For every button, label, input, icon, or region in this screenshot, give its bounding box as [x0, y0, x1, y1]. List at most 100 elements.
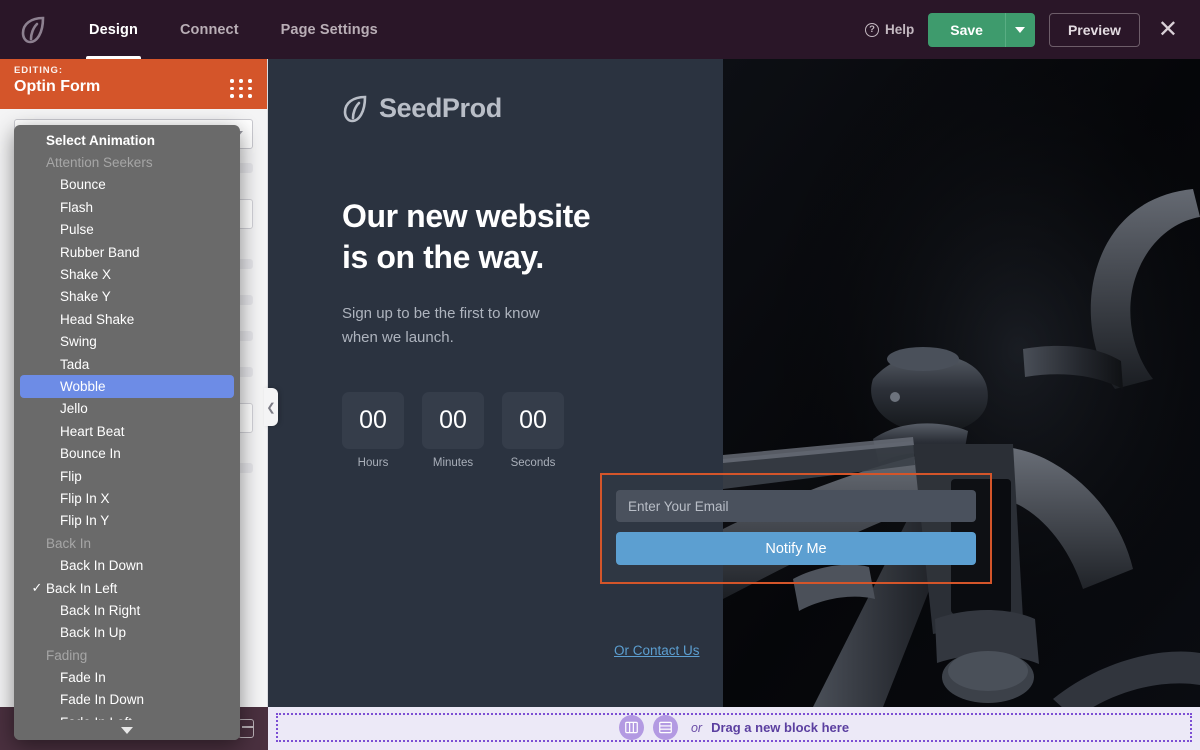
- dropdown-option[interactable]: Fade In Down: [14, 689, 240, 711]
- dropdown-option[interactable]: Flip In X: [14, 487, 240, 509]
- dropzone-label: Drag a new block here: [711, 720, 850, 735]
- email-field[interactable]: [616, 490, 976, 522]
- dropdown-option[interactable]: Head Shake: [14, 308, 240, 330]
- dropdown-option-label: Back In Left: [46, 580, 118, 596]
- tab-page-settings[interactable]: Page Settings: [260, 0, 399, 59]
- countdown-label-seconds: Seconds: [510, 456, 556, 469]
- dropdown-option[interactable]: Fade In: [14, 666, 240, 688]
- seedprod-leaf-logo-icon: [21, 16, 45, 43]
- save-dropdown-button[interactable]: [1004, 12, 1035, 47]
- dropdown-option[interactable]: Bounce: [14, 174, 240, 196]
- bicycle-photo-art: [723, 59, 1200, 707]
- countdown-unit-seconds: 00 Seconds: [502, 391, 564, 469]
- dropdown-group-label: Back In: [14, 532, 240, 554]
- animation-dropdown-list[interactable]: Select Animation Attention Seekers Bounce F…: [14, 125, 240, 740]
- countdown-label-hours: Hours: [357, 456, 389, 469]
- canvas-subheadline[interactable]: Sign up to be the first to know when we …: [342, 302, 663, 350]
- preview-canvas: SeedProd Our new website is on the way. …: [268, 59, 1200, 707]
- columns-block-icon: [625, 721, 638, 734]
- canvas-headline[interactable]: Our new website is on the way.: [342, 196, 663, 278]
- editing-title: Optin Form: [14, 78, 101, 95]
- dropdown-option[interactable]: Bounce In: [14, 442, 240, 464]
- dropdown-option[interactable]: Pulse: [14, 219, 240, 241]
- chevron-left-icon: ❮: [266, 401, 276, 414]
- preview-button[interactable]: Preview: [1048, 12, 1140, 47]
- dropdown-option[interactable]: Heart Beat: [14, 420, 240, 442]
- dropdown-option-label: Pulse: [60, 222, 94, 238]
- countdown-value-hours: 00: [342, 391, 404, 449]
- countdown-unit-minutes: 00 Minutes: [422, 391, 484, 469]
- dropdown-option-label: Swing: [60, 334, 97, 350]
- chevron-down-icon: [1015, 26, 1026, 33]
- dropdown-option[interactable]: ✓ Back In Left: [14, 577, 240, 599]
- notify-me-button[interactable]: Notify Me: [616, 532, 976, 565]
- dropdown-option[interactable]: Swing: [14, 331, 240, 353]
- dropdown-option[interactable]: Flip: [14, 465, 240, 487]
- dropdown-option-label: Rubber Band: [60, 244, 140, 260]
- dropdown-option-label: Flip In X: [60, 490, 110, 506]
- dropdown-group-label: Attention Seekers: [14, 151, 240, 173]
- dropdown-option[interactable]: Shake Y: [14, 286, 240, 308]
- dropdown-option-label: Attention Seekers: [46, 155, 153, 171]
- tab-design[interactable]: Design: [68, 0, 159, 59]
- dropdown-option-label: Back In Right: [60, 602, 141, 618]
- seedprod-leaf-logo-icon: [343, 95, 367, 122]
- dropdown-option-label: Back In: [46, 535, 92, 551]
- canvas-content-column: SeedProd Our new website is on the way. …: [268, 59, 723, 707]
- canvas-brand-logo[interactable]: SeedProd: [342, 93, 663, 124]
- countdown-timer[interactable]: 00 Hours 00 Minutes 00 Seconds: [342, 391, 663, 469]
- dropdown-option-label: Head Shake: [60, 311, 135, 327]
- or-contact-us-link[interactable]: Or Contact Us: [614, 643, 700, 658]
- rows-block-icon: [659, 721, 672, 734]
- dropdown-option[interactable]: Back In Down: [14, 554, 240, 576]
- help-button[interactable]: ? Help: [864, 22, 915, 37]
- dropdown-scroll-down-button[interactable]: [14, 720, 240, 740]
- dropdown-option-label: Wobble: [60, 378, 106, 394]
- dropdown-option[interactable]: Shake X: [14, 263, 240, 285]
- dropdown-option-label: Fade In Down: [60, 692, 145, 708]
- dropdown-option-label: Tada: [60, 356, 90, 372]
- sidebar-collapse-handle[interactable]: ❮: [264, 388, 278, 426]
- dropdown-option-label: Jello: [60, 401, 88, 417]
- help-label: Help: [884, 22, 915, 37]
- save-button-group: Save: [928, 12, 1035, 47]
- add-block-button[interactable]: [652, 715, 678, 740]
- add-block-bar: or Drag a new block here: [268, 707, 1200, 750]
- dropdown-option-label: Fade In: [60, 670, 106, 686]
- editing-header: EDITING: Optin Form: [0, 59, 267, 109]
- dropzone-or-label: or: [690, 720, 703, 735]
- drag-grid-icon[interactable]: [230, 79, 253, 98]
- dropdown-option-label: Back In Down: [60, 558, 144, 574]
- headline-line-2: is on the way.: [342, 238, 544, 275]
- device-preview-icon[interactable]: [238, 719, 254, 738]
- dropdown-option[interactable]: Jello: [14, 398, 240, 420]
- dropdown-option[interactable]: Tada: [14, 353, 240, 375]
- optin-form-inner: Notify Me: [602, 475, 990, 580]
- dropdown-option-label: Flash: [60, 199, 94, 215]
- dropdown-option-label: Select Animation: [46, 132, 156, 148]
- seedprod-leaf-logo-icon[interactable]: [0, 0, 68, 59]
- dropdown-option[interactable]: Rubber Band: [14, 241, 240, 263]
- bicycle-handlebar-photo[interactable]: [723, 59, 1200, 707]
- add-columns-button[interactable]: [618, 715, 644, 740]
- dropdown-option-highlighted[interactable]: Wobble: [20, 375, 234, 398]
- countdown-label-minutes: Minutes: [432, 456, 474, 469]
- toolbar-actions: ? Help Save Preview ✕: [864, 0, 1200, 59]
- subhead-line-1: Sign up to be the first to know: [342, 304, 540, 322]
- close-icon[interactable]: ✕: [1154, 17, 1182, 42]
- dropdown-option[interactable]: Flash: [14, 196, 240, 218]
- block-dropzone[interactable]: or Drag a new block here: [276, 713, 1192, 742]
- dropdown-option[interactable]: Back In Right: [14, 599, 240, 621]
- dropdown-option[interactable]: Flip In Y: [14, 510, 240, 532]
- save-button[interactable]: Save: [928, 12, 1005, 47]
- animation-dropdown-items: Select Animation Attention Seekers Bounce F…: [14, 129, 240, 740]
- optin-form-block[interactable]: Notify Me: [600, 473, 992, 584]
- canvas-brand-name: SeedProd: [379, 93, 502, 123]
- dropdown-option-label: Shake Y: [60, 289, 111, 305]
- headline-line-1: Our new website: [342, 198, 591, 234]
- dropdown-header[interactable]: Select Animation: [14, 129, 240, 151]
- editing-eyebrow: EDITING:: [14, 65, 63, 76]
- dropdown-option[interactable]: Back In Up: [14, 622, 240, 644]
- tab-connect[interactable]: Connect: [159, 0, 260, 59]
- dropdown-group-label: Fading: [14, 644, 240, 666]
